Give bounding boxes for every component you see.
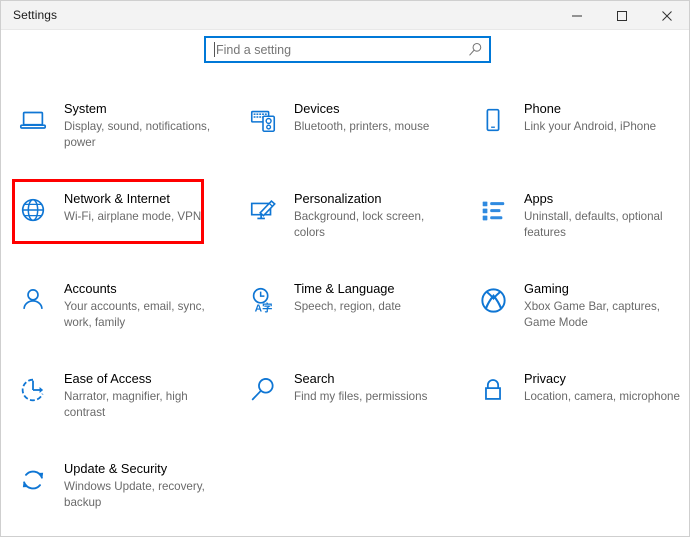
category-text: Devices Bluetooth, printers, mouse	[294, 100, 429, 135]
category-title: Update & Security	[64, 461, 222, 477]
category-text: Accounts Your accounts, email, sync, wor…	[64, 280, 222, 330]
category-subtitle: Narrator, magnifier, high contrast	[64, 389, 222, 420]
category-subtitle: Your accounts, email, sync, work, family	[64, 299, 222, 330]
category-text: Apps Uninstall, defaults, optional featu…	[524, 190, 682, 240]
category-subtitle: Background, lock screen, colors	[294, 209, 452, 240]
laptop-icon	[14, 101, 52, 139]
category-title: Ease of Access	[64, 371, 222, 387]
category-subtitle: Location, camera, microphone	[524, 389, 680, 405]
category-text: Ease of Access Narrator, magnifier, high…	[64, 370, 222, 420]
category-tile-devices[interactable]: Devices Bluetooth, printers, mouse	[244, 100, 429, 139]
keyboard-devices-icon	[244, 101, 282, 139]
category-tile-apps[interactable]: Apps Uninstall, defaults, optional featu…	[474, 190, 682, 240]
category-subtitle: Wi-Fi, airplane mode, VPN	[64, 209, 201, 225]
category-subtitle: Xbox Game Bar, captures, Game Mode	[524, 299, 682, 330]
clock-language-icon: A 字	[244, 281, 282, 319]
search-row: Find a setting	[1, 30, 689, 84]
category-title: Search	[294, 371, 427, 387]
category-subtitle: Speech, region, date	[294, 299, 401, 315]
category-tile-accounts[interactable]: Accounts Your accounts, email, sync, wor…	[14, 280, 222, 330]
category-title: Phone	[524, 101, 656, 117]
settings-window: Settings Find a settin	[0, 0, 690, 537]
app-list-icon	[474, 191, 512, 229]
category-tile-network-internet[interactable]: Network & Internet Wi-Fi, airplane mode,…	[14, 190, 201, 229]
phone-icon	[474, 101, 512, 139]
category-title: System	[64, 101, 222, 117]
category-title: Privacy	[524, 371, 680, 387]
category-subtitle: Find my files, permissions	[294, 389, 427, 405]
search-icon[interactable]	[461, 42, 489, 57]
category-text: Time & Language Speech, region, date	[294, 280, 401, 315]
magnifier-glyph	[468, 42, 483, 57]
category-tile-phone[interactable]: Phone Link your Android, iPhone	[474, 100, 656, 139]
category-text: Privacy Location, camera, microphone	[524, 370, 680, 405]
category-subtitle: Uninstall, defaults, optional features	[524, 209, 682, 240]
maximize-button[interactable]	[599, 1, 644, 30]
category-tile-search[interactable]: Search Find my files, permissions	[244, 370, 427, 409]
title-bar: Settings	[1, 1, 689, 30]
search-placeholder: Find a setting	[216, 43, 461, 57]
monitor-brush-icon	[244, 191, 282, 229]
minimize-icon	[571, 10, 583, 22]
category-subtitle: Windows Update, recovery, backup	[64, 479, 222, 510]
lock-icon	[474, 371, 512, 409]
category-text: Personalization Background, lock screen,…	[294, 190, 452, 240]
maximize-icon	[616, 10, 628, 22]
category-tile-update-security[interactable]: Update & Security Windows Update, recove…	[14, 460, 222, 510]
category-subtitle: Link your Android, iPhone	[524, 119, 656, 135]
category-subtitle: Display, sound, notifications, power	[64, 119, 222, 150]
xbox-icon	[474, 281, 512, 319]
text-caret	[214, 42, 215, 57]
category-tile-personalization[interactable]: Personalization Background, lock screen,…	[244, 190, 452, 240]
category-tile-gaming[interactable]: Gaming Xbox Game Bar, captures, Game Mod…	[474, 280, 682, 330]
category-subtitle: Bluetooth, printers, mouse	[294, 119, 429, 135]
magnifier-icon	[244, 371, 282, 409]
category-tile-time-language[interactable]: A 字 Time & Language Speech, region, date	[244, 280, 401, 319]
category-text: Network & Internet Wi-Fi, airplane mode,…	[64, 190, 201, 225]
category-title: Devices	[294, 101, 429, 117]
category-title: Time & Language	[294, 281, 401, 297]
close-button[interactable]	[644, 1, 689, 30]
refresh-icon	[14, 461, 52, 499]
category-text: Search Find my files, permissions	[294, 370, 427, 405]
category-tile-system[interactable]: System Display, sound, notifications, po…	[14, 100, 222, 150]
category-text: System Display, sound, notifications, po…	[64, 100, 222, 150]
category-title: Gaming	[524, 281, 682, 297]
person-icon	[14, 281, 52, 319]
category-title: Network & Internet	[64, 191, 201, 207]
caption-button-group	[554, 1, 689, 30]
svg-text:字: 字	[262, 301, 272, 314]
search-input[interactable]: Find a setting	[204, 36, 491, 63]
category-tile-ease-of-access[interactable]: Ease of Access Narrator, magnifier, high…	[14, 370, 222, 420]
globe-icon	[14, 191, 52, 229]
close-icon	[661, 10, 673, 22]
category-title: Accounts	[64, 281, 222, 297]
ease-of-access-icon	[14, 371, 52, 409]
category-text: Update & Security Windows Update, recove…	[64, 460, 222, 510]
category-text: Phone Link your Android, iPhone	[524, 100, 656, 135]
minimize-button[interactable]	[554, 1, 599, 30]
category-title: Personalization	[294, 191, 452, 207]
category-text: Gaming Xbox Game Bar, captures, Game Mod…	[524, 280, 682, 330]
category-title: Apps	[524, 191, 682, 207]
category-tile-privacy[interactable]: Privacy Location, camera, microphone	[474, 370, 680, 409]
window-title: Settings	[13, 8, 57, 22]
